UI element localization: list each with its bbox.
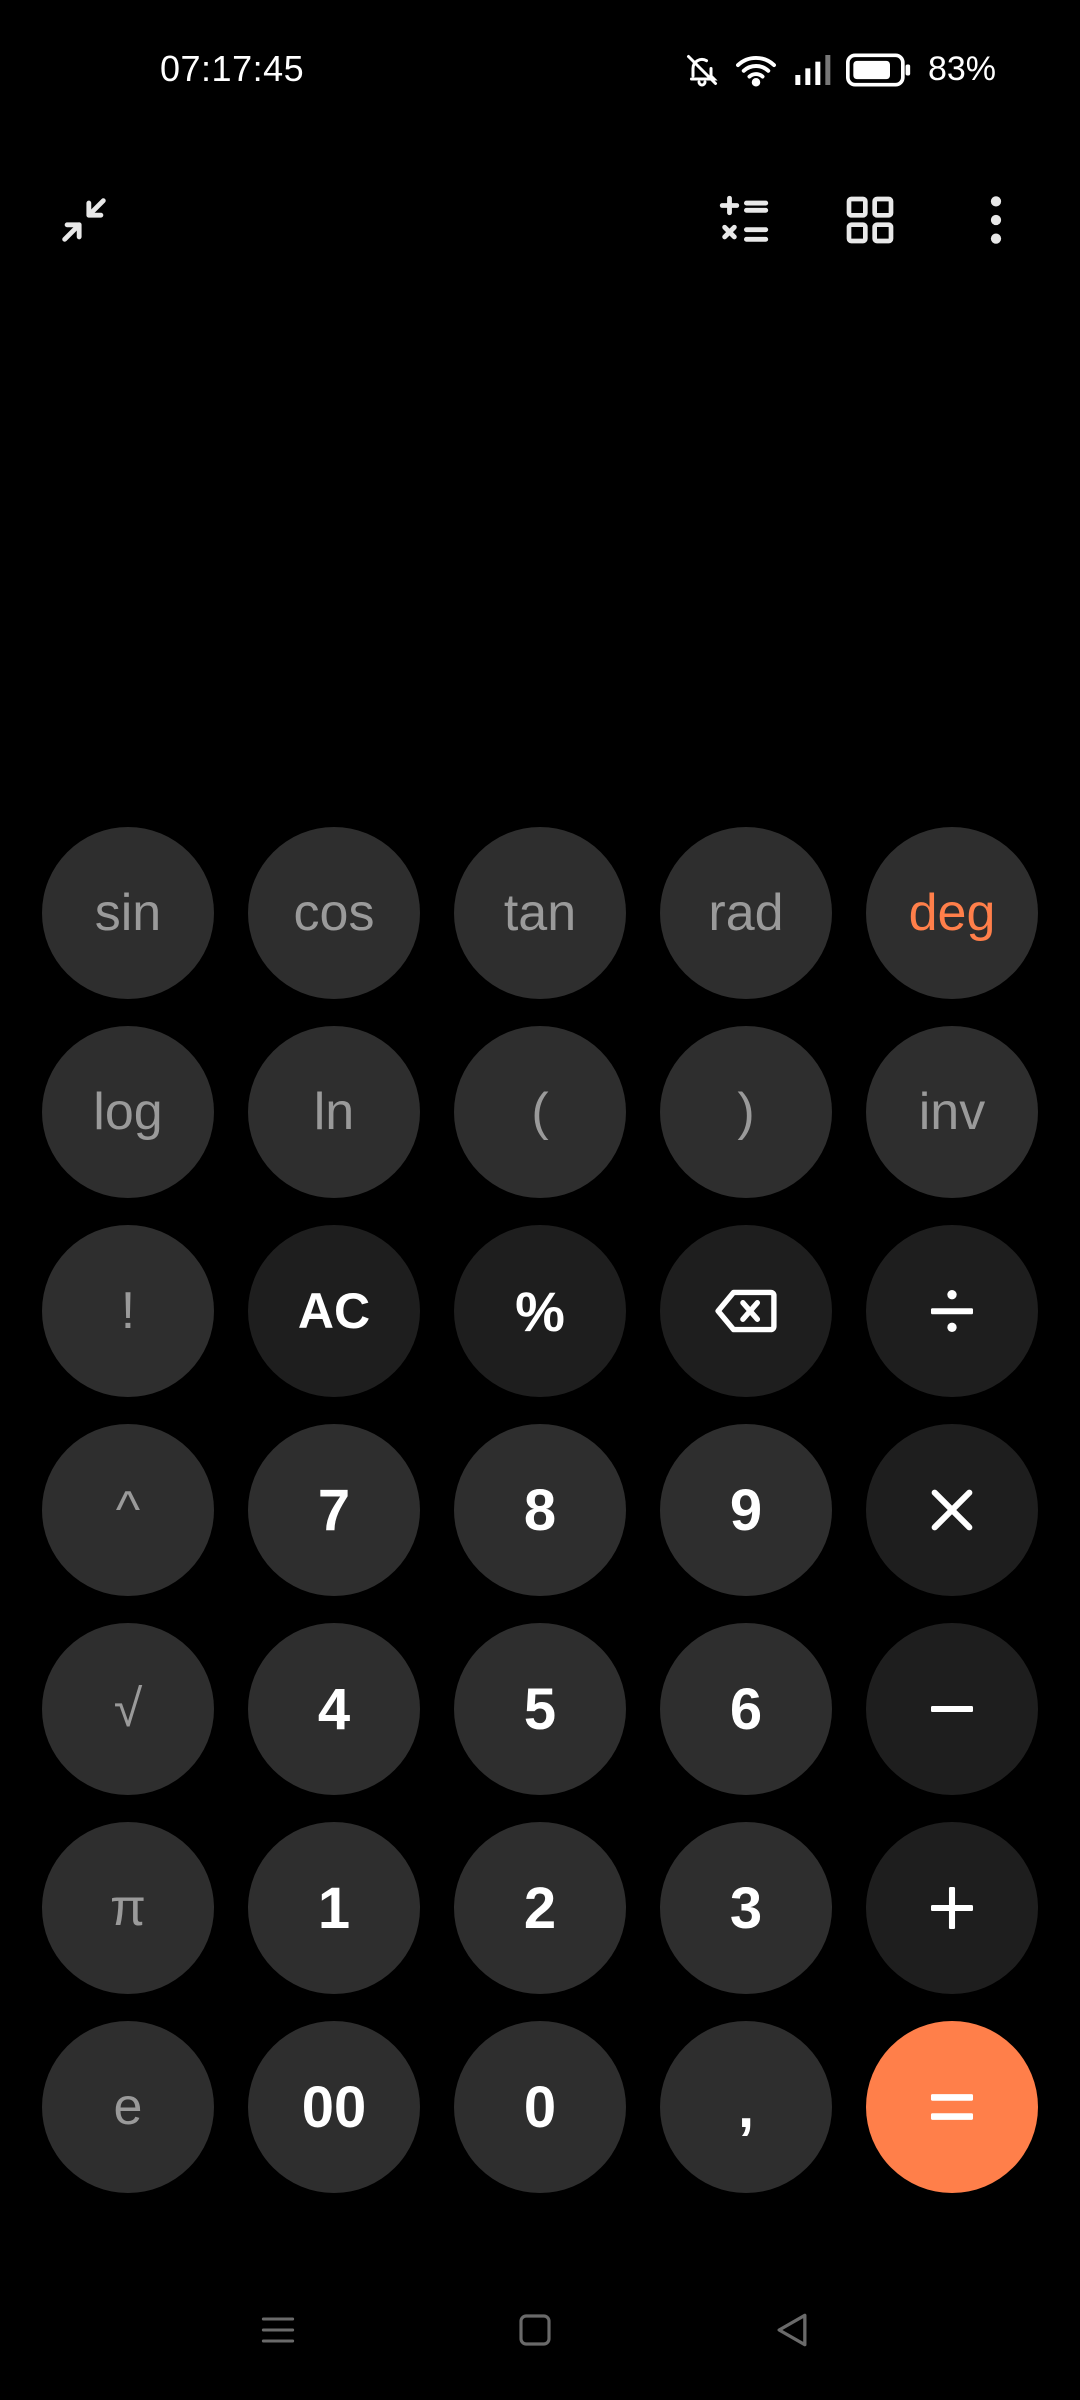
- battery-percent: 83%: [927, 50, 996, 88]
- minus-icon: [924, 1681, 980, 1737]
- log-key[interactable]: log: [42, 1026, 214, 1198]
- tan-key[interactable]: tan: [454, 827, 626, 999]
- collapse-button[interactable]: [44, 180, 124, 260]
- calculator-screen: 07:17:45 83% sin cos tan rad deg log ln …: [0, 0, 1080, 2400]
- collapse-icon: [55, 191, 113, 249]
- backspace-key[interactable]: [660, 1225, 832, 1397]
- unit-converter-button[interactable]: [704, 180, 784, 260]
- digit-7-key[interactable]: 7: [248, 1424, 420, 1596]
- nav-menu-button[interactable]: [238, 2300, 318, 2364]
- factorial-key[interactable]: !: [42, 1225, 214, 1397]
- signal-icon: [792, 53, 832, 87]
- rad-key[interactable]: rad: [660, 827, 832, 999]
- unit-converter-icon: [715, 191, 773, 249]
- back-icon: [770, 2308, 814, 2357]
- nav-back-button[interactable]: [752, 2300, 832, 2364]
- status-icons: 83%: [684, 50, 996, 89]
- multiply-icon: [926, 1484, 978, 1536]
- sin-key[interactable]: sin: [42, 827, 214, 999]
- digit-3-key[interactable]: 3: [660, 1822, 832, 1994]
- sqrt-key[interactable]: √: [42, 1623, 214, 1795]
- digit-4-key[interactable]: 4: [248, 1623, 420, 1795]
- nav-home-button[interactable]: [495, 2300, 575, 2364]
- calculator-display: [0, 300, 1080, 800]
- close-paren-key[interactable]: ): [660, 1026, 832, 1198]
- backspace-icon: [715, 1288, 777, 1334]
- grid-button[interactable]: [830, 180, 910, 260]
- divide-key[interactable]: [866, 1225, 1038, 1397]
- multiply-key[interactable]: [866, 1424, 1038, 1596]
- euler-key[interactable]: e: [42, 2021, 214, 2193]
- digit-9-key[interactable]: 9: [660, 1424, 832, 1596]
- wifi-icon: [734, 52, 778, 88]
- status-time: 07:17:45: [160, 48, 305, 89]
- percent-key[interactable]: %: [454, 1225, 626, 1397]
- menu-icon: [256, 2308, 300, 2357]
- equals-key[interactable]: [866, 2021, 1038, 2193]
- battery-icon: [845, 53, 912, 87]
- equals-icon: [924, 2079, 980, 2135]
- bell-muted-icon: [684, 52, 720, 88]
- home-icon: [514, 2309, 556, 2356]
- decimal-comma-key[interactable]: ,: [660, 2021, 832, 2193]
- divide-icon: [924, 1283, 980, 1339]
- inv-key[interactable]: inv: [866, 1026, 1038, 1198]
- ln-key[interactable]: ln: [248, 1026, 420, 1198]
- add-key[interactable]: [866, 1822, 1038, 1994]
- power-key[interactable]: ^: [42, 1424, 214, 1596]
- digit-8-key[interactable]: 8: [454, 1424, 626, 1596]
- digit-2-key[interactable]: 2: [454, 1822, 626, 1994]
- cos-key[interactable]: cos: [248, 827, 420, 999]
- subtract-key[interactable]: [866, 1623, 1038, 1795]
- digit-1-key[interactable]: 1: [248, 1822, 420, 1994]
- more-options-button[interactable]: [956, 180, 1036, 260]
- more-vert-icon: [968, 192, 1024, 248]
- status-bar: 07:17:45 83%: [0, 0, 1080, 140]
- all-clear-key[interactable]: AC: [248, 1225, 420, 1397]
- double-zero-key[interactable]: 00: [248, 2021, 420, 2193]
- open-paren-key[interactable]: (: [454, 1026, 626, 1198]
- digit-6-key[interactable]: 6: [660, 1623, 832, 1795]
- digit-0-key[interactable]: 0: [454, 2021, 626, 2193]
- deg-key[interactable]: deg: [866, 827, 1038, 999]
- plus-icon: [924, 1880, 980, 1936]
- digit-5-key[interactable]: 5: [454, 1623, 626, 1795]
- grid-icon: [842, 192, 898, 248]
- pi-key[interactable]: π: [42, 1822, 214, 1994]
